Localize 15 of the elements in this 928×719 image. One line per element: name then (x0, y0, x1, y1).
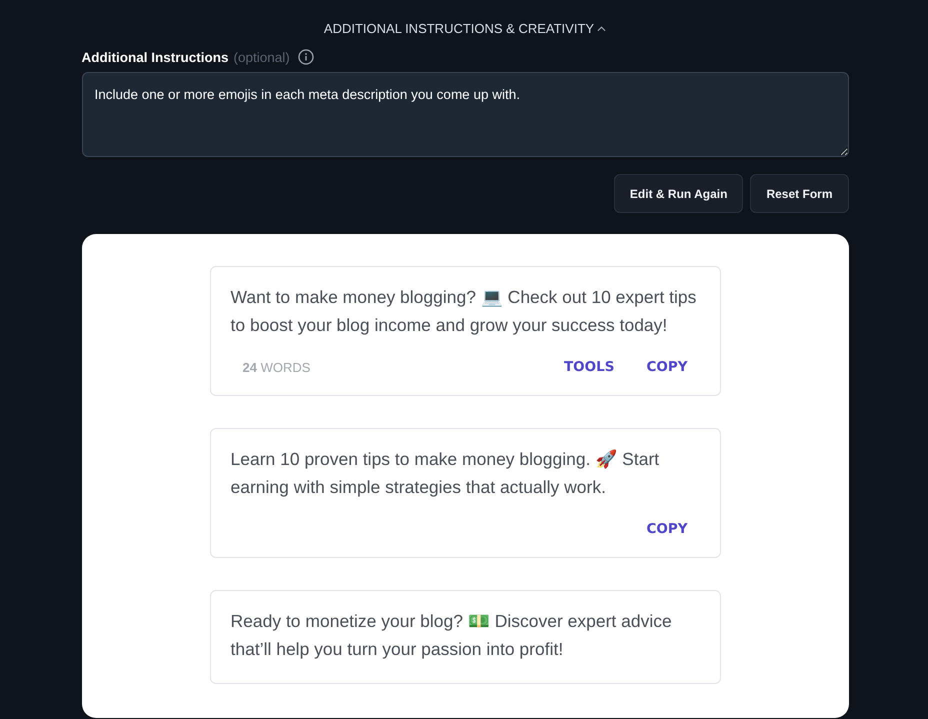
word-count: 24 WORDS (242, 360, 310, 374)
action-button[interactable]: Reset Form (750, 174, 848, 213)
caret-up-icon (597, 26, 606, 32)
card-action-link[interactable]: TOOLS (564, 359, 614, 375)
card-action-link[interactable]: COPY (646, 521, 688, 537)
result-text: Learn 10 proven tips to make money blogging. 🚀 Start earning with simple strategies that actually work. (230, 448, 660, 499)
card-action-link[interactable]: COPY (646, 359, 688, 375)
result-text: Ready to monetize your blog? 💵 Discover expert advice that’ll help you turn your passion into profit! (230, 610, 673, 661)
optional-hint: (optional) (234, 50, 290, 64)
action-button[interactable]: Edit & Run Again (614, 174, 744, 213)
result-text: Want to make money blogging? 💻 Check out 10 expert tips to boost your blog income and grow your success today! (230, 286, 698, 337)
instructions-field[interactable]: Include one or more emojis in each meta description you come up with. (82, 72, 848, 157)
field-label: Additional Instructions (82, 50, 228, 64)
section-toggle[interactable]: ADDITIONAL INSTRUCTIONS & CREATIVITY (324, 21, 606, 36)
info-icon[interactable] (298, 49, 314, 65)
